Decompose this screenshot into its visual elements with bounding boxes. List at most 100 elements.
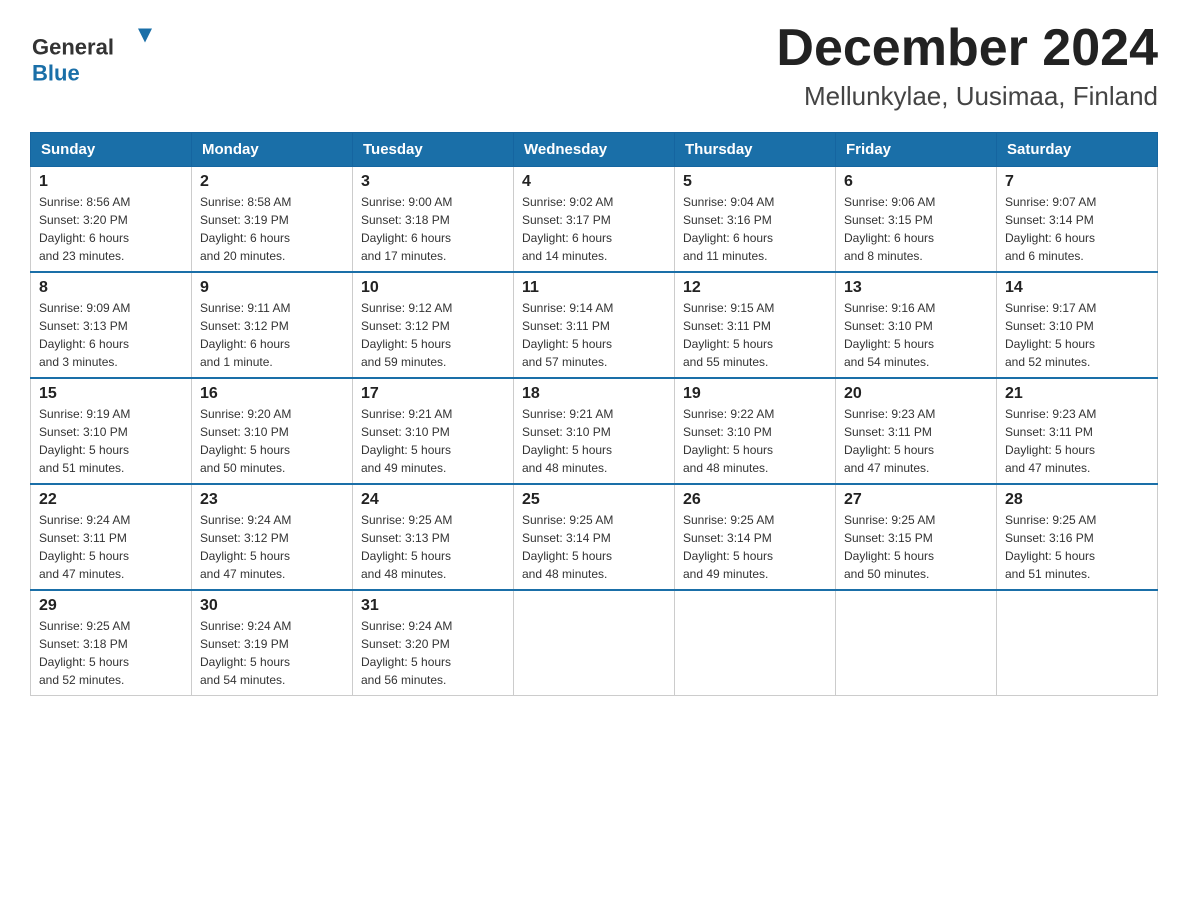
day-info: Sunrise: 9:25 AMSunset: 3:14 PMDaylight:…	[683, 511, 827, 583]
calendar-week-row: 15 Sunrise: 9:19 AMSunset: 3:10 PMDayligh…	[31, 378, 1158, 484]
calendar-cell	[836, 590, 997, 696]
day-info: Sunrise: 9:16 AMSunset: 3:10 PMDaylight:…	[844, 299, 988, 371]
calendar-cell: 6Sunrise: 9:06 AMSunset: 3:15 PMDaylight…	[836, 167, 997, 273]
calendar-cell: 26 Sunrise: 9:25 AMSunset: 3:14 PMDayligh…	[675, 484, 836, 590]
day-info: Sunrise: 9:15 AMSunset: 3:11 PMDaylight:…	[683, 299, 827, 371]
calendar-cell: 13 Sunrise: 9:16 AMSunset: 3:10 PMDayligh…	[836, 272, 997, 378]
day-info: Sunrise: 9:20 AMSunset: 3:10 PMDaylight:…	[200, 405, 344, 477]
day-header-thursday: Thursday	[675, 133, 836, 167]
day-info: Sunrise: 9:02 AMSunset: 3:17 PMDaylight:…	[522, 193, 666, 265]
day-info: Sunrise: 9:04 AMSunset: 3:16 PMDaylight:…	[683, 193, 827, 265]
logo: General Blue	[30, 20, 160, 90]
calendar-cell: 18 Sunrise: 9:21 AMSunset: 3:10 PMDayligh…	[514, 378, 675, 484]
day-info: Sunrise: 9:23 AMSunset: 3:11 PMDaylight:…	[1005, 405, 1149, 477]
calendar-cell: 20 Sunrise: 9:23 AMSunset: 3:11 PMDayligh…	[836, 378, 997, 484]
day-header-sunday: Sunday	[31, 133, 192, 167]
calendar-cell: 12 Sunrise: 9:15 AMSunset: 3:11 PMDayligh…	[675, 272, 836, 378]
day-info: Sunrise: 9:24 AMSunset: 3:11 PMDaylight:…	[39, 511, 183, 583]
day-header-tuesday: Tuesday	[353, 133, 514, 167]
calendar-week-row: 8 Sunrise: 9:09 AMSunset: 3:13 PMDaylight…	[31, 272, 1158, 378]
calendar-cell: 7Sunrise: 9:07 AMSunset: 3:14 PMDaylight…	[997, 167, 1158, 273]
day-number: 1	[39, 173, 183, 191]
calendar-cell: 29 Sunrise: 9:25 AMSunset: 3:18 PMDayligh…	[31, 590, 192, 696]
calendar-cell	[514, 590, 675, 696]
day-number: 29	[39, 597, 183, 615]
day-info: Sunrise: 9:14 AMSunset: 3:11 PMDaylight:…	[522, 299, 666, 371]
day-number: 26	[683, 491, 827, 509]
day-number: 28	[1005, 491, 1149, 509]
calendar-cell: 17 Sunrise: 9:21 AMSunset: 3:10 PMDayligh…	[353, 378, 514, 484]
day-number: 2	[200, 173, 344, 191]
day-info: Sunrise: 9:25 AMSunset: 3:18 PMDaylight:…	[39, 617, 183, 689]
day-number: 31	[361, 597, 505, 615]
day-number: 7	[1005, 173, 1149, 191]
calendar-cell: 4 Sunrise: 9:02 AMSunset: 3:17 PMDaylight…	[514, 167, 675, 273]
calendar-cell: 15 Sunrise: 9:19 AMSunset: 3:10 PMDayligh…	[31, 378, 192, 484]
calendar-week-row: 1 Sunrise: 8:56 AMSunset: 3:20 PMDaylight…	[31, 167, 1158, 273]
calendar-cell: 19 Sunrise: 9:22 AMSunset: 3:10 PMDayligh…	[675, 378, 836, 484]
day-info: Sunrise: 9:22 AMSunset: 3:10 PMDaylight:…	[683, 405, 827, 477]
calendar-cell: 23Sunrise: 9:24 AMSunset: 3:12 PMDayligh…	[192, 484, 353, 590]
day-number: 18	[522, 385, 666, 403]
day-number: 11	[522, 279, 666, 297]
page-title: December 2024	[776, 20, 1158, 77]
day-info: Sunrise: 9:24 AMSunset: 3:20 PMDaylight:…	[361, 617, 505, 689]
day-number: 27	[844, 491, 988, 509]
day-info: Sunrise: 9:00 AMSunset: 3:18 PMDaylight:…	[361, 193, 505, 265]
day-number: 22	[39, 491, 183, 509]
day-number: 9	[200, 279, 344, 297]
day-info: Sunrise: 9:17 AMSunset: 3:10 PMDaylight:…	[1005, 299, 1149, 371]
day-number: 25	[522, 491, 666, 509]
calendar-cell: 3 Sunrise: 9:00 AMSunset: 3:18 PMDaylight…	[353, 167, 514, 273]
calendar-week-row: 22 Sunrise: 9:24 AMSunset: 3:11 PMDayligh…	[31, 484, 1158, 590]
day-header-wednesday: Wednesday	[514, 133, 675, 167]
day-header-monday: Monday	[192, 133, 353, 167]
calendar-cell: 2 Sunrise: 8:58 AMSunset: 3:19 PMDaylight…	[192, 167, 353, 273]
day-number: 24	[361, 491, 505, 509]
calendar-cell: 16 Sunrise: 9:20 AMSunset: 3:10 PMDayligh…	[192, 378, 353, 484]
day-info: Sunrise: 9:19 AMSunset: 3:10 PMDaylight:…	[39, 405, 183, 477]
svg-text:Blue: Blue	[32, 61, 80, 86]
day-number: 19	[683, 385, 827, 403]
calendar-cell: 25 Sunrise: 9:25 AMSunset: 3:14 PMDayligh…	[514, 484, 675, 590]
day-number: 20	[844, 385, 988, 403]
svg-text:General: General	[32, 35, 114, 60]
page-subtitle: Mellunkylae, Uusimaa, Finland	[776, 81, 1158, 112]
day-number: 12	[683, 279, 827, 297]
day-header-friday: Friday	[836, 133, 997, 167]
day-number: 4	[522, 173, 666, 191]
day-info: Sunrise: 9:25 AMSunset: 3:14 PMDaylight:…	[522, 511, 666, 583]
calendar-table: SundayMondayTuesdayWednesdayThursdayFrid…	[30, 132, 1158, 696]
calendar-cell: 21Sunrise: 9:23 AMSunset: 3:11 PMDayligh…	[997, 378, 1158, 484]
calendar-cell: 9 Sunrise: 9:11 AMSunset: 3:12 PMDaylight…	[192, 272, 353, 378]
calendar-cell: 22 Sunrise: 9:24 AMSunset: 3:11 PMDayligh…	[31, 484, 192, 590]
day-number: 14	[1005, 279, 1149, 297]
calendar-cell	[675, 590, 836, 696]
day-number: 3	[361, 173, 505, 191]
day-info: Sunrise: 9:11 AMSunset: 3:12 PMDaylight:…	[200, 299, 344, 371]
day-number: 30	[200, 597, 344, 615]
day-info: Sunrise: 8:56 AMSunset: 3:20 PMDaylight:…	[39, 193, 183, 265]
calendar-header-row: SundayMondayTuesdayWednesdayThursdayFrid…	[31, 133, 1158, 167]
title-block: December 2024 Mellunkylae, Uusimaa, Finl…	[776, 20, 1158, 112]
day-number: 17	[361, 385, 505, 403]
calendar-cell: 31 Sunrise: 9:24 AMSunset: 3:20 PMDayligh…	[353, 590, 514, 696]
day-info: Sunrise: 9:21 AMSunset: 3:10 PMDaylight:…	[522, 405, 666, 477]
day-number: 8	[39, 279, 183, 297]
day-info: Sunrise: 8:58 AMSunset: 3:19 PMDaylight:…	[200, 193, 344, 265]
calendar-cell: 1 Sunrise: 8:56 AMSunset: 3:20 PMDaylight…	[31, 167, 192, 273]
calendar-cell: 30Sunrise: 9:24 AMSunset: 3:19 PMDayligh…	[192, 590, 353, 696]
calendar-week-row: 29 Sunrise: 9:25 AMSunset: 3:18 PMDayligh…	[31, 590, 1158, 696]
day-number: 15	[39, 385, 183, 403]
calendar-cell: 14 Sunrise: 9:17 AMSunset: 3:10 PMDayligh…	[997, 272, 1158, 378]
day-info: Sunrise: 9:21 AMSunset: 3:10 PMDaylight:…	[361, 405, 505, 477]
day-header-saturday: Saturday	[997, 133, 1158, 167]
day-number: 16	[200, 385, 344, 403]
calendar-cell	[997, 590, 1158, 696]
day-number: 13	[844, 279, 988, 297]
day-number: 23	[200, 491, 344, 509]
day-info: Sunrise: 9:23 AMSunset: 3:11 PMDaylight:…	[844, 405, 988, 477]
day-number: 6	[844, 173, 988, 191]
calendar-cell: 10Sunrise: 9:12 AMSunset: 3:12 PMDayligh…	[353, 272, 514, 378]
day-info: Sunrise: 9:09 AMSunset: 3:13 PMDaylight:…	[39, 299, 183, 371]
